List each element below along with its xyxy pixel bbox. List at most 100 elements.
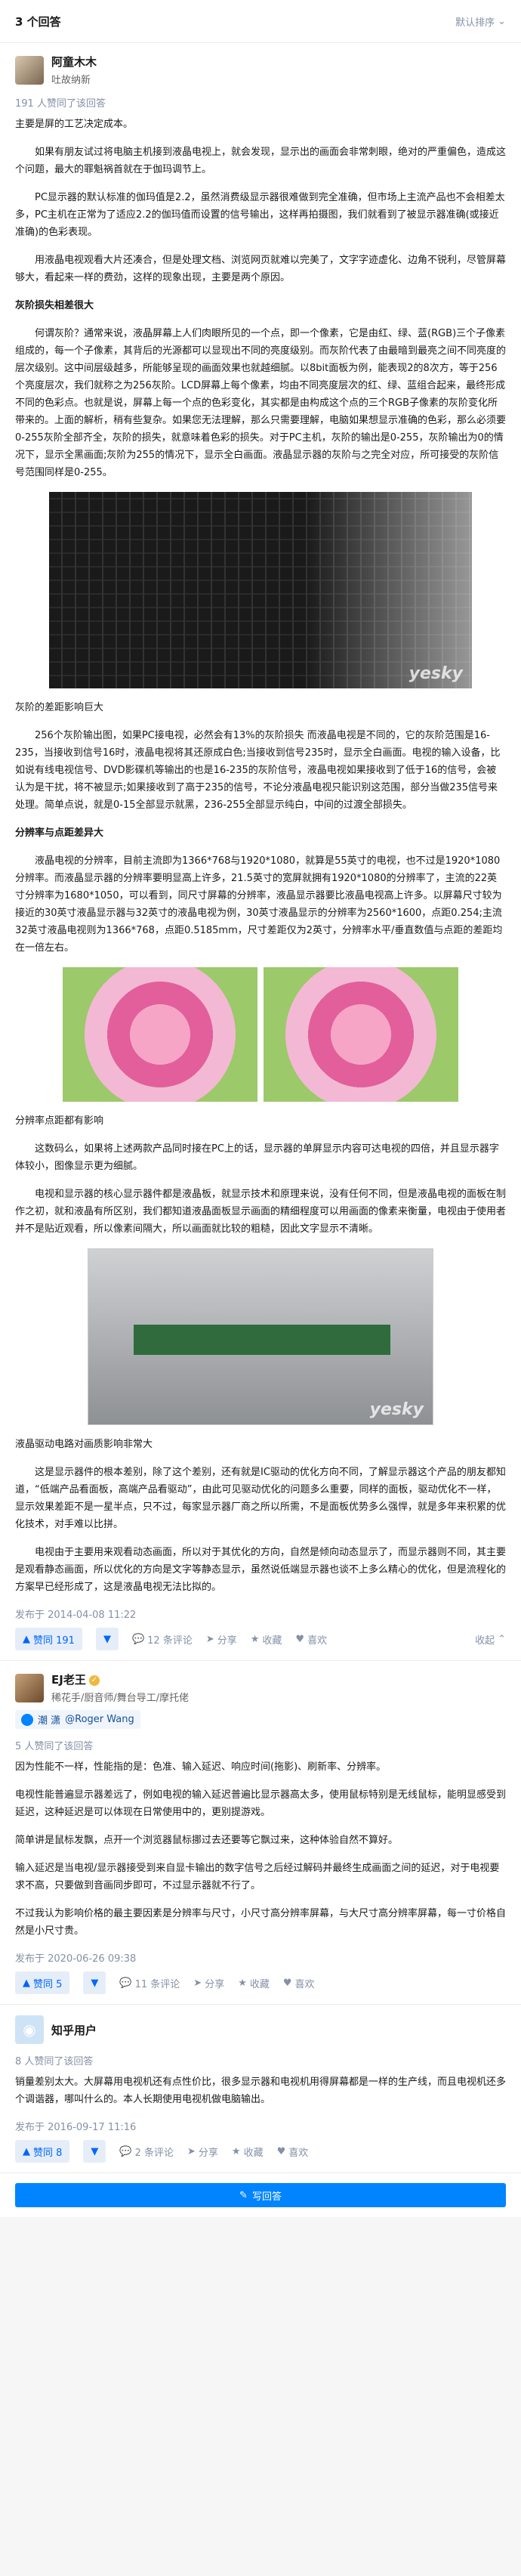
triangle-up-icon: ▲ [23, 2145, 30, 2157]
collapse-label: 收起 [475, 1634, 495, 1647]
paragraph: 不过我认为影响价格的最主要因素是分辨率与尺寸，小尺寸高分辨率屏幕，与大尺寸高分辨… [15, 1908, 507, 1937]
sort-label: 默认排序 [455, 17, 495, 29]
chevron-up-icon: ⌃ [498, 1633, 506, 1645]
section-heading: 灰阶损失相差很大 [15, 300, 94, 311]
share-button[interactable]: ➤ 分享 [193, 1976, 224, 1990]
share-label: 分享 [205, 1978, 225, 1990]
user-icon: ◉ [23, 2021, 36, 2039]
share-button[interactable]: ➤ 分享 [206, 1632, 237, 1647]
downvote-button[interactable]: ▼ [83, 2140, 106, 2163]
author-headline: 吐故纳新 [51, 75, 91, 86]
flower-comparison-figure [63, 967, 458, 1102]
paragraph: 这是显示器件的根本差别，除了这个差别，还有就是IC驱动的优化方向不同，了解显示器… [15, 1467, 507, 1530]
star-icon: ★ [238, 1977, 247, 1989]
author-name[interactable]: EJ老王 ✓ [51, 1671, 189, 1687]
paragraph: 256个灰阶输出图，如果PC接电视，必然会有13%的灰阶损失 而液晶电视是不同的… [15, 730, 501, 811]
vote-count-text: 191 人赞同了该回答 [15, 98, 106, 110]
answer-content: 因为性能不一样，性能指的是：色准、输入延迟、响应时间(拖影)、刷新率、分辨率。 … [15, 1758, 506, 1940]
author-info: 阿童木木 吐故纳新 [15, 54, 506, 86]
footer: ✎ 写回答 [0, 2173, 521, 2217]
heart-icon: ♥ [295, 1633, 305, 1645]
figure-caption: 灰阶的差距影响巨大 [15, 702, 104, 713]
comment-label: 11 条评论 [134, 1978, 180, 1990]
like-label: 喜欢 [288, 2147, 309, 2159]
publish-time[interactable]: 发布于 2016-09-17 11:16 [15, 2119, 506, 2133]
author-name[interactable]: 阿童木木 [51, 54, 97, 70]
answer-item: ◉ 知乎用户 8 人赞同了该回答 销量差别太大。大屏幕用电视机还有点性价比，很多… [0, 2005, 521, 2173]
watermark: yesky [408, 664, 463, 683]
upvote-button[interactable]: ▲ 赞同 5 [15, 1971, 70, 1994]
paragraph: 简单讲是鼠标发飘，点开一个浏览器鼠标挪过去还要等它飘过来，这种体验自然不算好。 [15, 1835, 399, 1846]
publish-time[interactable]: 发布于 2020-06-26 09:38 [15, 1950, 506, 1965]
comment-label: 12 条评论 [147, 1634, 193, 1647]
paragraph: 这数码么，如果将上述两款产品同时接在PC上的话，显示器的单屏显示内容可达电视的四… [15, 1143, 499, 1172]
comment-icon: 💬 [119, 1977, 132, 1989]
author-info: EJ老王 ✓ 稀花手/厨音师/舞台导工/摩托佬 [15, 1671, 506, 1704]
favorite-button[interactable]: ★ 收藏 [238, 1976, 270, 1990]
upvote-button[interactable]: ▲ 赞同 8 [15, 2140, 70, 2163]
heart-icon: ♥ [276, 2145, 286, 2157]
avatar[interactable] [15, 1673, 44, 1702]
downvote-button[interactable]: ▼ [83, 1971, 106, 1994]
paragraph: 电视由于主要用来观看动态画面，所以对于其优化的方向，自然是倾向动态显示了，而显示… [15, 1547, 507, 1593]
answer-item: 阿童木木 吐故纳新 191 人赞同了该回答 主要是屏的工艺决定成本。 如果有朋友… [0, 43, 521, 1661]
action-bar: ▲ 赞同 8 ▼ 💬 2 条评论 ➤ 分享 ★ 收藏 ♥ 喜欢 [15, 2139, 506, 2163]
triangle-up-icon: ▲ [23, 1633, 30, 1645]
comment-button[interactable]: 💬 12 条评论 [132, 1632, 193, 1647]
answer-content: 销量差别太大。大屏幕用电视机还有点性价比，很多显示器和电视机用得屏幕都是一样的生… [15, 2073, 506, 2108]
pencil-icon: ✎ [239, 2189, 248, 2201]
avatar[interactable] [15, 55, 44, 85]
co-author-name: @Roger Wang [65, 1714, 134, 1725]
paragraph: PC显示器的默认标准的伽玛值是2.2，虽然消费级显示器很难做到完全准确，但市场上… [15, 192, 505, 238]
share-button[interactable]: ➤ 分享 [187, 2145, 218, 2159]
figure-caption: 分辨率点距都有影响 [15, 1115, 104, 1127]
paragraph: 如果有朋友试过将电脑主机接到液晶电视上，就会发现，显示出的画面会非常刺眼，绝对的… [15, 147, 507, 175]
like-button[interactable]: ♥ 喜欢 [295, 1632, 327, 1647]
comment-label: 2 条评论 [134, 2147, 174, 2159]
author-info: ◉ 知乎用户 [15, 2015, 506, 2044]
star-icon: ★ [231, 2145, 241, 2157]
favorite-label: 收藏 [249, 1978, 270, 1990]
answers-card: 3 个回答 默认排序 ⌄ 阿童木木 吐故纳新 191 人赞同了该回答 主要是屏的… [0, 0, 521, 2217]
write-answer-button[interactable]: ✎ 写回答 [15, 2183, 506, 2207]
section-heading: 分辨率与点距差异大 [15, 827, 104, 839]
collapse-button[interactable]: 收起 ⌃ [475, 1632, 506, 1647]
author-headline: 稀花手/厨音师/舞台导工/摩托佬 [51, 1693, 190, 1704]
co-author-tag[interactable]: 潮 潇 @Roger Wang [15, 1710, 140, 1729]
flower-image-left [63, 967, 257, 1102]
comment-button[interactable]: 💬 11 条评论 [119, 1976, 180, 1990]
favorite-button[interactable]: ★ 收藏 [232, 2145, 264, 2159]
figure-caption: 液晶驱动电路对画质影响非常大 [15, 1439, 153, 1450]
answer-content: 主要是屏的工艺决定成本。 如果有朋友试过将电脑主机接到液晶电视上，就会发现，显示… [15, 116, 506, 1596]
watermark: yesky [369, 1400, 424, 1419]
vote-count-text: 5 人赞同了该回答 [15, 1741, 94, 1752]
upvote-button[interactable]: ▲ 赞同 191 [15, 1628, 82, 1650]
upvote-label: 赞同 5 [33, 1978, 63, 1990]
upvote-label: 赞同 191 [33, 1634, 75, 1647]
author-name[interactable]: 知乎用户 [51, 2022, 97, 2038]
paragraph: 电视和显示器的核心显示器件都是液晶板，就显示技术和原理来说，没有任何不同，但是液… [15, 1189, 507, 1235]
answer-count: 3 个回答 [15, 14, 61, 29]
share-label: 分享 [198, 2147, 218, 2159]
like-button[interactable]: ♥ 喜欢 [277, 2145, 309, 2159]
avatar[interactable]: ◉ [15, 2015, 44, 2044]
share-icon: ➤ [193, 1977, 202, 1989]
comment-button[interactable]: 💬 2 条评论 [119, 2145, 174, 2159]
favorite-label: 收藏 [262, 1634, 282, 1647]
paragraph: 销量差别太大。大屏幕用电视机还有点性价比，很多显示器和电视机用得屏幕都是一样的生… [15, 2077, 507, 2105]
answers-header: 3 个回答 默认排序 ⌄ [0, 0, 521, 43]
flower-image-right [264, 967, 458, 1102]
like-button[interactable]: ♥ 喜欢 [283, 1976, 315, 1990]
favorite-button[interactable]: ★ 收藏 [251, 1632, 282, 1647]
triangle-down-icon: ▼ [103, 1633, 111, 1645]
paragraph: 输入延迟是当电视/显示器接受到来自显卡输出的数字信号之后经过解码并最终生成画面之… [15, 1863, 500, 1891]
sort-dropdown[interactable]: 默认排序 ⌄ [455, 14, 506, 29]
publish-time[interactable]: 发布于 2014-04-08 11:22 [15, 1607, 506, 1621]
triangle-down-icon: ▼ [91, 1977, 99, 1989]
star-icon: ★ [250, 1633, 260, 1645]
share-icon: ➤ [187, 2145, 196, 2157]
comment-icon: 💬 [131, 1633, 145, 1645]
downvote-button[interactable]: ▼ [95, 1628, 119, 1650]
paragraph: 液晶电视的分辨率，目前主流即为1366*768与1920*1080，就算是55英… [15, 855, 503, 954]
action-bar: ▲ 赞同 5 ▼ 💬 11 条评论 ➤ 分享 ★ 收藏 ♥ 喜欢 [15, 1971, 506, 1995]
